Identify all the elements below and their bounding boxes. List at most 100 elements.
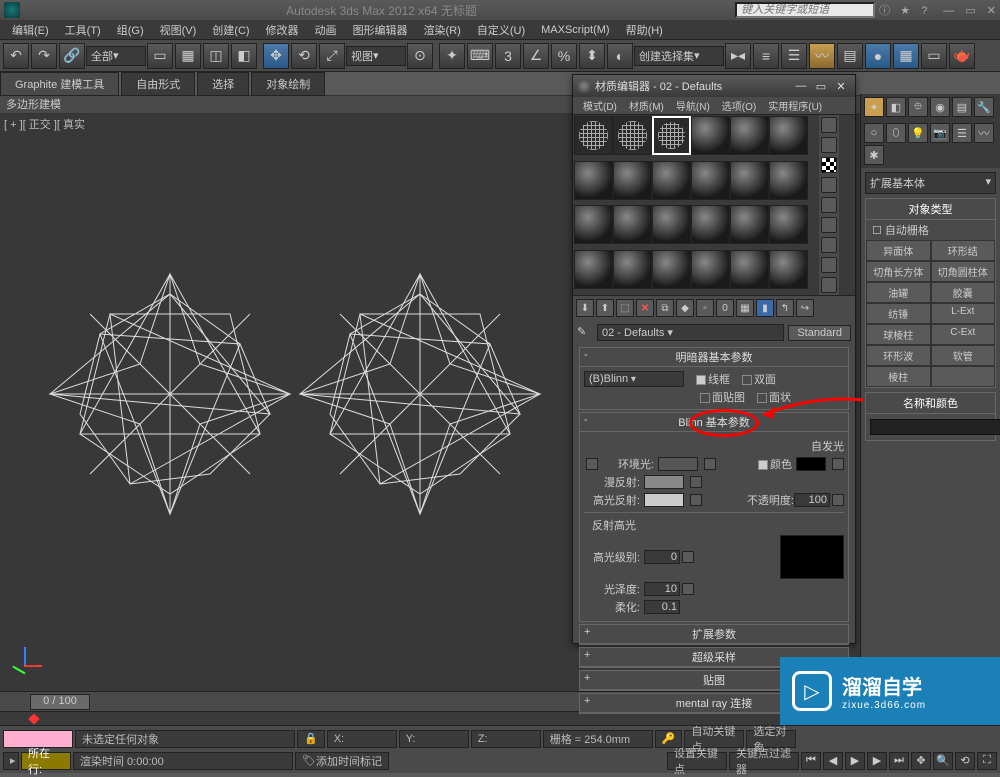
put-to-scene-button[interactable]: ⬆	[596, 299, 614, 317]
mat-slot-22[interactable]	[691, 250, 730, 289]
next-frame-button[interactable]: ▶	[867, 752, 887, 770]
show-end-button[interactable]: ▮	[756, 299, 774, 317]
mirror-button[interactable]: ▸◂	[725, 43, 751, 69]
mtl-id-button[interactable]: 0	[716, 299, 734, 317]
menu-group[interactable]: 组(G)	[109, 20, 152, 40]
menu-edit[interactable]: 编辑(E)	[4, 20, 57, 40]
btn-torusknot[interactable]: 环形结	[931, 240, 996, 261]
nav-orbit-button[interactable]: ⟲	[955, 752, 975, 770]
mat-slot-15[interactable]	[652, 205, 691, 244]
diffuse-swatch[interactable]	[644, 475, 684, 489]
video-check-icon[interactable]	[821, 197, 837, 213]
btn-oiltank[interactable]: 油罐	[866, 282, 931, 303]
mat-slot-6[interactable]	[769, 116, 808, 155]
material-type-button[interactable]: Standard	[788, 325, 851, 341]
menu-render[interactable]: 渲染(R)	[416, 20, 469, 40]
coord-z[interactable]: Z:	[471, 730, 541, 748]
manip-button[interactable]: ✦	[439, 43, 465, 69]
mat-menu-util[interactable]: 实用程序(U)	[762, 97, 828, 114]
mini-listener-button[interactable]: ▸	[3, 752, 19, 770]
btn-lext[interactable]: L-Ext	[931, 303, 996, 324]
menu-graph[interactable]: 图形编辑器	[345, 20, 416, 40]
tab-create[interactable]: ✦	[864, 97, 884, 117]
setkey-button[interactable]: 设置关键点	[667, 752, 727, 770]
scale-button[interactable]: ⤢	[319, 43, 345, 69]
mat-slot-4[interactable]	[691, 116, 730, 155]
mat-slot-13[interactable]	[574, 205, 613, 244]
nav-pan-button[interactable]: ✥	[911, 752, 931, 770]
keyfilter-button[interactable]: 关键点过滤器	[729, 752, 799, 770]
info-icon[interactable]: ⓘ	[879, 2, 893, 16]
mat-slot-20[interactable]	[613, 250, 652, 289]
background-icon[interactable]	[821, 157, 837, 173]
menu-help[interactable]: 帮助(H)	[618, 20, 671, 40]
menu-create[interactable]: 创建(C)	[204, 20, 257, 40]
move-button[interactable]: ✥	[263, 43, 289, 69]
curve-editor-button[interactable]: 〰	[809, 43, 835, 69]
mat-slot-24[interactable]	[769, 250, 808, 289]
align-button[interactable]: ≡	[753, 43, 779, 69]
autogrid-checkbox[interactable]: ☐ 自动栅格	[866, 220, 995, 240]
mat-slot-21[interactable]	[652, 250, 691, 289]
soften-spinner[interactable]: 0.1	[644, 600, 680, 614]
sample-type-icon[interactable]	[821, 117, 837, 133]
material-name-field[interactable]: 02 - Defaults ▾	[597, 324, 784, 341]
play-button[interactable]: ▶	[845, 752, 865, 770]
opacity-spinner[interactable]: 100	[794, 493, 830, 507]
ambient-swatch[interactable]	[658, 457, 698, 471]
lock-ambient-diffuse[interactable]	[586, 458, 598, 470]
rotate-button[interactable]: ⟲	[291, 43, 317, 69]
speclevel-spinner[interactable]: 0	[644, 550, 680, 564]
btn-spindle[interactable]: 纺锤	[866, 303, 931, 324]
btn-ringwave[interactable]: 环形波	[866, 345, 931, 366]
sub-shapes[interactable]: ⬯	[886, 123, 906, 143]
refcoord-dropdown[interactable]: 视图 ▾	[346, 46, 406, 66]
mat-slot-16[interactable]	[691, 205, 730, 244]
name-color-header[interactable]: 名称和颜色	[866, 393, 995, 414]
tab-modify[interactable]: ◧	[886, 97, 906, 117]
help-icon[interactable]: ?	[921, 5, 935, 19]
ambient-map-button[interactable]	[704, 458, 716, 470]
btn-gengon[interactable]: 球棱柱	[866, 324, 931, 345]
ribbon-tab-freeform[interactable]: 自由形式	[121, 72, 195, 96]
mat-menu-mode[interactable]: 模式(D)	[577, 97, 623, 114]
make-copy-button[interactable]: ⧉	[656, 299, 674, 317]
ribbon-tab-graphite[interactable]: Graphite 建模工具	[0, 72, 119, 96]
mat-slot-1[interactable]	[574, 116, 613, 155]
btn-chamfercyl[interactable]: 切角圆柱体	[931, 261, 996, 282]
select-by-mat-icon[interactable]	[821, 257, 837, 273]
mat-menu-nav[interactable]: 导航(N)	[670, 97, 716, 114]
menu-maxscript[interactable]: MAXScript(M)	[533, 22, 617, 38]
go-sibling-button[interactable]: ↪	[796, 299, 814, 317]
btn-chamferbox[interactable]: 切角长方体	[866, 261, 931, 282]
rect-select-button[interactable]: ◫	[203, 43, 229, 69]
spinner-snap-button[interactable]: ⬍	[579, 43, 605, 69]
mat-close-button[interactable]: ✕	[831, 80, 851, 93]
mat-slot-11[interactable]	[730, 161, 769, 200]
goto-start-button[interactable]: ⏮	[801, 752, 821, 770]
selection-filter-dropdown[interactable]: 全部 ▾	[86, 46, 146, 66]
reset-button[interactable]: ✕	[636, 299, 654, 317]
prev-frame-button[interactable]: ◀	[823, 752, 843, 770]
keyframe-icon[interactable]	[28, 713, 39, 724]
make-unique-button[interactable]: ◆	[676, 299, 694, 317]
tab-hierarchy[interactable]: ⯐	[908, 97, 928, 117]
sub-systems[interactable]: ✱	[864, 145, 884, 165]
render-frame-button[interactable]: ▭	[921, 43, 947, 69]
menu-view[interactable]: 视图(V)	[152, 20, 205, 40]
blinn-params-header[interactable]: -Blinn 基本参数	[580, 413, 848, 432]
material-editor-button[interactable]: ●	[865, 43, 891, 69]
percent-snap-button[interactable]: %	[551, 43, 577, 69]
preview-icon[interactable]	[821, 217, 837, 233]
sample-uv-icon[interactable]	[821, 177, 837, 193]
minimize-button[interactable]: —	[943, 5, 954, 17]
mat-menu-material[interactable]: 材质(M)	[623, 97, 670, 114]
layers-button[interactable]: ☰	[781, 43, 807, 69]
specular-map-button[interactable]	[690, 494, 702, 506]
ribbon-tab-selection[interactable]: 选择	[197, 72, 249, 96]
goto-end-button[interactable]: ⏭	[889, 752, 909, 770]
menu-tools[interactable]: 工具(T)	[57, 20, 109, 40]
show-map-button[interactable]: ▦	[736, 299, 754, 317]
two-sided-checkbox[interactable]: 双面	[742, 371, 776, 387]
render-button[interactable]: 🫖	[949, 43, 975, 69]
